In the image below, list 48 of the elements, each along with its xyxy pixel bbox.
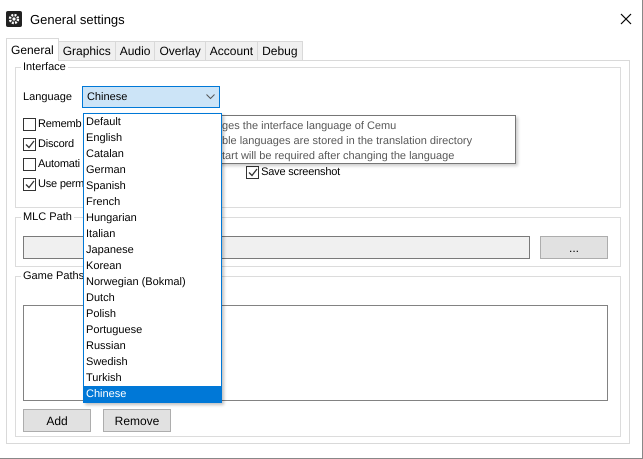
checkbox-label: Use perm — [38, 178, 84, 190]
language-label: Language — [23, 91, 72, 103]
checkbox[interactable] — [23, 158, 36, 170]
checkbox-label: Automati — [38, 158, 80, 170]
language-option[interactable]: German — [84, 162, 221, 178]
checkbox[interactable] — [23, 178, 36, 190]
language-option[interactable]: Japanese — [84, 242, 221, 258]
language-option[interactable]: Polish — [84, 306, 221, 322]
language-option[interactable]: Catalan — [84, 146, 221, 162]
window-title: General settings — [30, 12, 126, 26]
tooltip-text: ges the interface language of Cemu — [222, 119, 398, 134]
tab[interactable]: Account — [204, 41, 258, 61]
language-option[interactable]: English — [84, 130, 221, 146]
language-option[interactable]: Default — [84, 114, 221, 130]
path-button[interactable]: Add — [23, 409, 91, 432]
language-dropdown[interactable]: Chinese — [82, 86, 220, 108]
tooltip-text: tart will be required after changing the language — [222, 149, 456, 164]
checkbox-label: Rememb — [38, 118, 82, 130]
tab[interactable]: Audio — [114, 41, 156, 61]
language-option[interactable]: Italian — [84, 226, 221, 242]
language-option[interactable]: Hungarian — [84, 210, 221, 226]
group-title: Interface — [21, 61, 68, 73]
browse-button[interactable]: ... — [540, 236, 608, 259]
checkbox-label: Discord — [38, 138, 74, 150]
language-option[interactable]: French — [84, 194, 221, 210]
language-option[interactable]: Chinese — [84, 386, 221, 402]
language-option[interactable]: Norwegian (Bokmal) — [84, 274, 221, 290]
tab[interactable]: Overlay — [154, 41, 206, 61]
checkbox[interactable] — [246, 166, 260, 178]
gear-icon — [6, 11, 22, 27]
checkbox[interactable] — [23, 118, 36, 130]
caret-icon — [206, 94, 215, 100]
group-title: MLC Path — [21, 211, 74, 223]
language-option[interactable]: Turkish — [84, 370, 221, 386]
close-icon[interactable] — [620, 13, 632, 25]
language-option[interactable]: Spanish — [84, 178, 221, 194]
tab[interactable]: General — [6, 38, 59, 61]
language-option[interactable]: Swedish — [84, 354, 221, 370]
path-button[interactable]: Remove — [103, 409, 171, 432]
checkbox[interactable] — [23, 138, 36, 150]
tab[interactable]: Graphics — [58, 41, 116, 61]
tooltip-text: ble languages are stored in the translation directory — [222, 134, 474, 149]
language-option[interactable]: Portuguese — [84, 322, 221, 338]
checkbox-label: Save screenshot — [261, 166, 340, 178]
language-option[interactable]: Korean — [84, 258, 221, 274]
language-option[interactable]: Dutch — [84, 290, 221, 306]
tab[interactable]: Debug — [257, 41, 303, 61]
language-option[interactable]: Russian — [84, 338, 221, 354]
